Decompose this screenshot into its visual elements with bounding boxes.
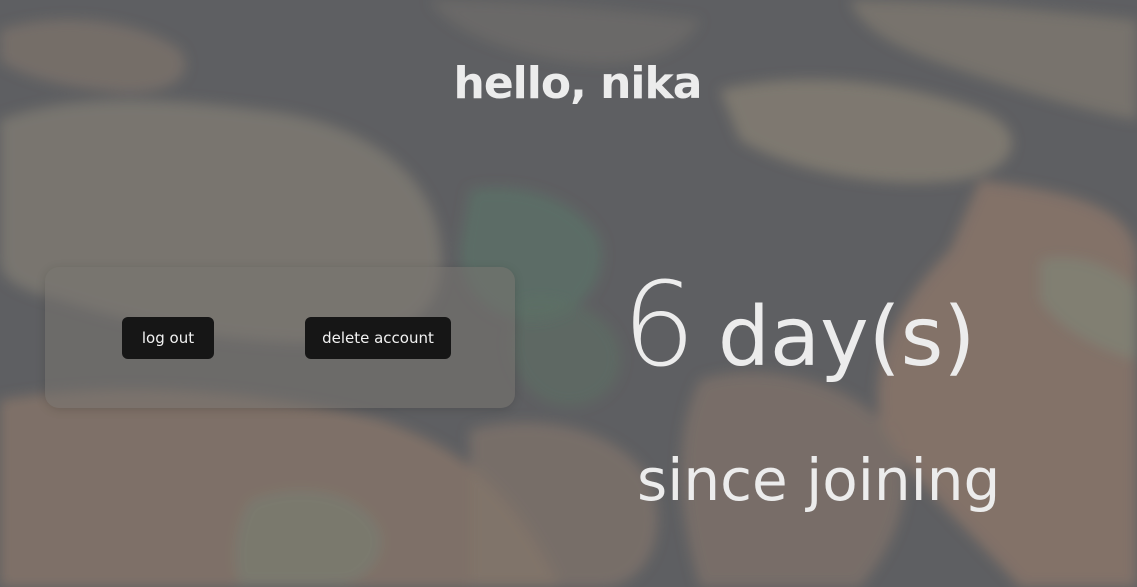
- days-counter-caption: since joining: [637, 446, 1001, 514]
- dashboard-page: hello, nika log out delete account 6 day(…: [0, 0, 1137, 587]
- days-count-value: 6: [622, 258, 696, 393]
- log-out-button[interactable]: log out: [122, 317, 214, 359]
- page-greeting: hello, nika: [453, 58, 703, 109]
- days-count-unit: day(s): [717, 290, 976, 385]
- delete-account-button[interactable]: delete account: [305, 317, 451, 359]
- days-counter: 6 day(s): [622, 268, 975, 384]
- account-actions-panel: log out delete account: [45, 267, 515, 408]
